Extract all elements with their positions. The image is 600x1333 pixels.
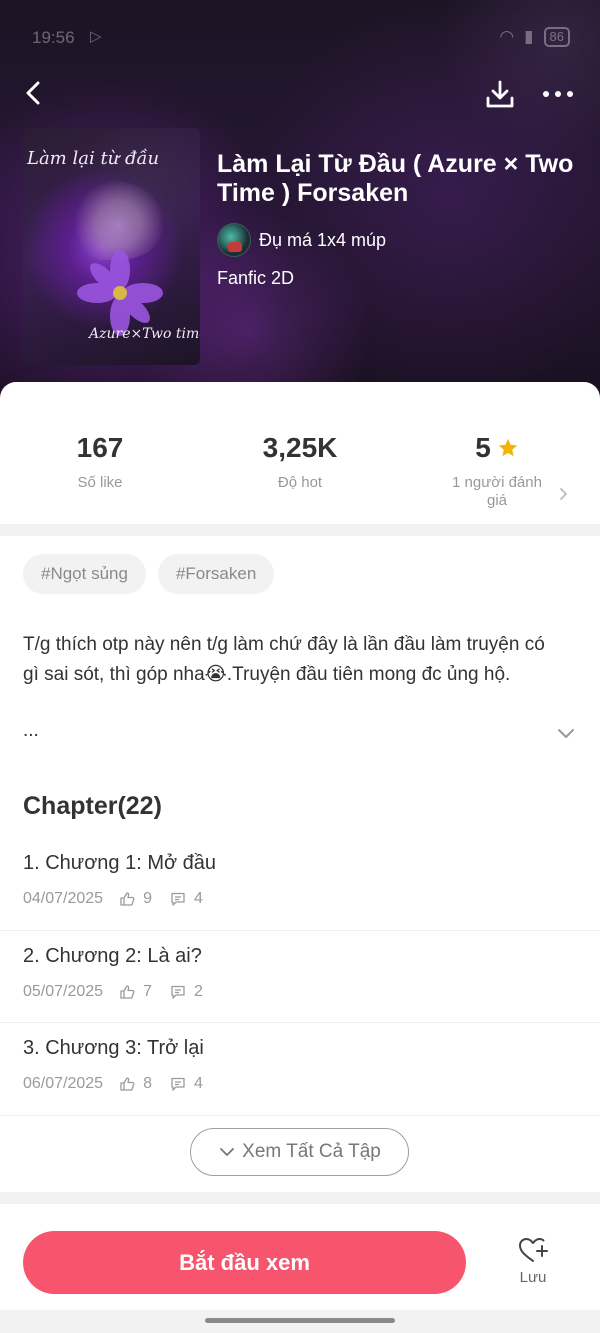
- likes-label: Số like: [77, 474, 123, 491]
- chapter-likes: 8: [143, 1075, 152, 1092]
- thumb-up-icon: [120, 892, 135, 906]
- see-all-chapters-button[interactable]: Xem Tất Cả Tập: [190, 1128, 409, 1176]
- wifi-icon: ◠: [499, 27, 515, 46]
- cover-image: Làm lại từ đầu Azure×Two time: [23, 128, 200, 365]
- chapter-heading: Chapter(22): [23, 792, 162, 820]
- stats-row: 167 Số like 3,25K Độ hot 5 1 người đánh …: [0, 382, 600, 522]
- comment-icon: [171, 892, 185, 906]
- chapter-item[interactable]: 2. Chương 2: Là ai? 05/07/2025 7 2: [0, 931, 600, 1023]
- save-label: Lưu: [519, 1269, 547, 1286]
- status-bar: 19:56 ▷ ◠ ▮ 86: [0, 24, 600, 54]
- chapter-title[interactable]: 3. Chương 3: Trở lại: [23, 1037, 204, 1060]
- likes-count: 167: [76, 432, 124, 463]
- chapter-likes: 7: [143, 982, 152, 1000]
- chapter-date: 04/07/2025: [23, 890, 104, 907]
- chapter-list: 1. Chương 1: Mở đầu 04/07/2025 9 4 2. Ch…: [0, 838, 600, 1116]
- back-arrow-icon[interactable]: [18, 76, 52, 110]
- chevron-right-icon[interactable]: [556, 486, 570, 502]
- hot-count: 3,25K: [262, 432, 338, 463]
- star-icon: [498, 438, 517, 457]
- author-row[interactable]: Đụ má 1x4 múp: [217, 223, 386, 257]
- stat-likes: 167 Số like: [0, 432, 200, 491]
- more-icon[interactable]: [540, 80, 576, 108]
- cover-subtitle-text: Azure×Two time: [89, 326, 200, 342]
- chapter-title[interactable]: 1. Chương 1: Mở đầu: [23, 852, 216, 875]
- chapter-meta: 04/07/2025 9 4: [23, 890, 221, 908]
- download-icon[interactable]: [482, 76, 518, 112]
- chapter-comments: 2: [193, 982, 203, 1000]
- tag-chip[interactable]: #Forsaken: [157, 554, 275, 594]
- content-sheet: 167 Số like 3,25K Độ hot 5 1 người đánh …: [0, 382, 600, 1333]
- comment-icon: [171, 1077, 185, 1091]
- chapter-item[interactable]: 1. Chương 1: Mở đầu 04/07/2025 9 4: [0, 838, 600, 931]
- story-genre: Fanfic 2D: [217, 268, 295, 288]
- play-store-icon: ▷: [90, 28, 102, 45]
- chevron-down-icon[interactable]: [556, 726, 576, 740]
- hot-label: Độ hot: [277, 474, 323, 491]
- status-indicators: ◠ ▮ 86: [499, 27, 570, 47]
- story-description: T/g thích otp này nên t/g làm chứ đây là…: [23, 634, 545, 685]
- chapter-date: 06/07/2025: [23, 1075, 104, 1092]
- chapter-comments: 4: [193, 890, 203, 907]
- chapter-item[interactable]: 3. Chương 3: Trở lại 06/07/2025 8 4: [0, 1023, 600, 1116]
- thumb-up-icon: [120, 984, 135, 999]
- comment-icon: [171, 985, 185, 999]
- chapter-comments: 4: [193, 1075, 203, 1092]
- rating-score: 5: [475, 432, 491, 463]
- tag-chip[interactable]: #Ngọt sủng: [23, 554, 146, 594]
- see-all-label: Xem Tất Cả Tập: [242, 1141, 381, 1162]
- battery-icon: 86: [543, 27, 570, 47]
- tag-list: #Ngọt sủng #Forsaken: [23, 554, 275, 594]
- chapter-date: 05/07/2025: [23, 982, 104, 1000]
- cover-title-text: Làm lại từ đầu: [27, 148, 160, 169]
- gesture-handle[interactable]: [205, 1318, 395, 1323]
- rating-label: 1 người đánh giá: [452, 474, 542, 509]
- chapter-meta: 06/07/2025 8 4: [23, 1075, 221, 1093]
- stat-hot: 3,25K Độ hot: [200, 432, 400, 491]
- chapter-likes: 9: [143, 890, 152, 907]
- bottom-action-bar: Bắt đầu xem Lưu: [0, 1217, 600, 1309]
- signal-icon: ▮: [524, 27, 534, 46]
- story-title: Làm Lại Từ Đầu ( Azure × Two Time ) Fors…: [217, 150, 574, 207]
- rating-value-row: 5: [397, 432, 597, 464]
- start-reading-button[interactable]: Bắt đầu xem: [23, 1231, 466, 1294]
- cover-flower: [77, 250, 163, 336]
- chapter-title[interactable]: 2. Chương 2: Là ai?: [23, 945, 202, 968]
- heart-plus-icon: [519, 1238, 548, 1262]
- chapter-meta: 05/07/2025 7 2: [23, 983, 221, 1001]
- description-ellipsis: ...: [23, 720, 39, 741]
- author-avatar[interactable]: [217, 223, 251, 257]
- story-header: 19:56 ▷ ◠ ▮ 86 Làm lại từ đầu Azure×Two …: [0, 0, 600, 420]
- navigation-gesture-bar: [0, 1310, 600, 1333]
- author-name[interactable]: Đụ má 1x4 múp: [259, 230, 386, 251]
- save-button[interactable]: Lưu: [505, 1235, 561, 1295]
- chevron-down-icon: [220, 1148, 235, 1156]
- status-time: 19:56: [32, 28, 75, 47]
- section-divider: [0, 524, 600, 536]
- section-divider: [0, 1192, 600, 1204]
- thumb-up-icon: [120, 1077, 135, 1091]
